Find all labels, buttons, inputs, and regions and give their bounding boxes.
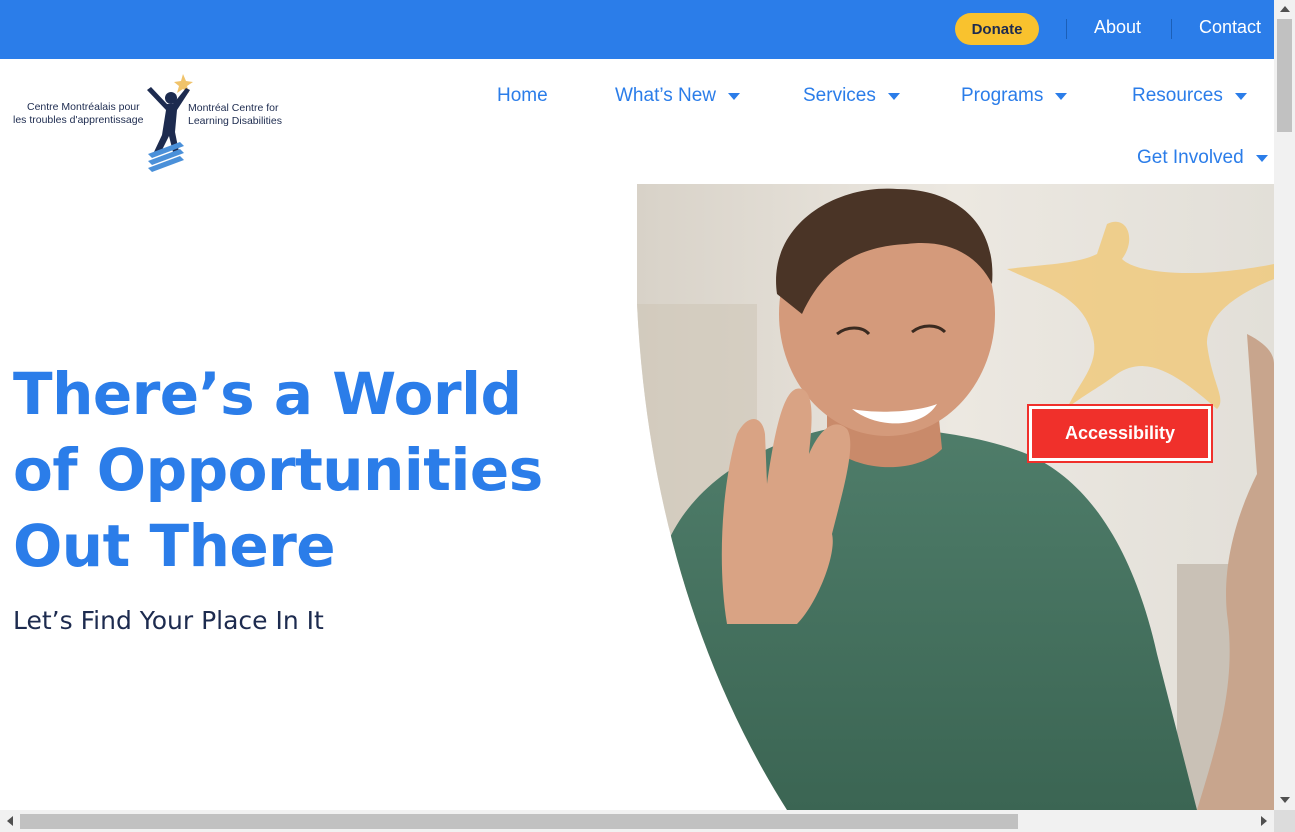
scroll-down-icon[interactable] (1280, 797, 1290, 803)
horizontal-scrollbar[interactable] (0, 810, 1274, 832)
nav-item-services[interactable]: Services (803, 85, 900, 107)
caret-down-icon (728, 92, 741, 100)
hero-title-line: There’s a World (13, 360, 522, 428)
nav-item-label: Home (497, 85, 548, 106)
about-link[interactable]: About (1094, 17, 1141, 38)
logo-text-fr-line2: les troubles d'apprentissage (13, 114, 144, 126)
vertical-scroll-thumb[interactable] (1277, 19, 1292, 132)
nav-item-resources[interactable]: Resources (1132, 85, 1247, 107)
scrollbar-corner (1274, 810, 1295, 832)
logo-text-fr-line1: Centre Montréalais pour (27, 101, 140, 113)
site-logo[interactable]: Centre Montréalais pour les troubles d'a… (10, 70, 310, 172)
scroll-left-icon[interactable] (7, 816, 13, 826)
scroll-right-icon[interactable] (1261, 816, 1267, 826)
hero-photo-image (637, 184, 1274, 810)
logo-text-en-line1: Montréal Centre for (188, 102, 279, 114)
nav-item-home[interactable]: Home (497, 85, 548, 107)
caret-down-icon (1255, 154, 1268, 162)
nav-item-label: Programs (961, 85, 1044, 106)
top-bar-divider (1066, 19, 1067, 39)
nav-item-label: What’s New (615, 85, 717, 106)
donate-button[interactable]: Donate (955, 13, 1039, 45)
hero-title-line: of Opportunities (13, 436, 543, 504)
accessibility-button[interactable]: Accessibility (1027, 404, 1213, 463)
caret-down-icon (887, 92, 900, 100)
hero-title: There’s a World of Opportunities Out The… (13, 356, 573, 584)
hero-photo (637, 184, 1274, 810)
nav-item-whats-new[interactable]: What’s New (615, 85, 741, 107)
nav-item-label: Resources (1132, 85, 1223, 106)
hero-title-line: Out There (13, 512, 336, 580)
contact-link[interactable]: Contact (1199, 17, 1261, 38)
nav-item-programs[interactable]: Programs (961, 85, 1068, 107)
caret-down-icon (1055, 92, 1068, 100)
nav-item-get-involved[interactable]: Get Involved (1137, 147, 1268, 169)
horizontal-scroll-thumb[interactable] (20, 814, 1018, 829)
hero-subtitle: Let’s Find Your Place In It (13, 606, 324, 635)
caret-down-icon (1234, 92, 1247, 100)
top-bar-divider (1171, 19, 1172, 39)
nav-item-label: Services (803, 85, 876, 106)
top-bar: Donate About Contact (0, 0, 1274, 59)
scroll-up-icon[interactable] (1280, 6, 1290, 12)
vertical-scrollbar[interactable] (1274, 0, 1295, 810)
nav-item-label: Get Involved (1137, 147, 1244, 168)
logo-text-en-line2: Learning Disabilities (188, 115, 282, 127)
